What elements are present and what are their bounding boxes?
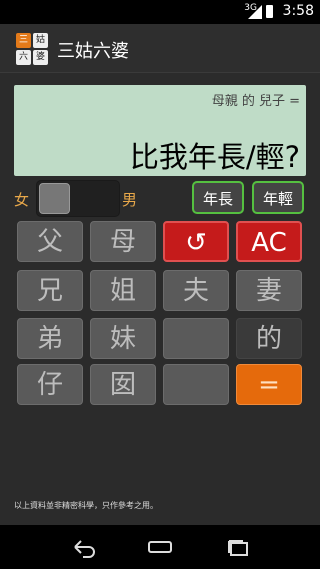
- logo-char: 六: [16, 50, 31, 65]
- younger-button[interactable]: 年輕: [252, 181, 304, 214]
- key-daughter[interactable]: 囡: [90, 364, 156, 405]
- older-button[interactable]: 年長: [192, 181, 244, 214]
- key-father[interactable]: 父: [17, 221, 83, 262]
- toggle-knob[interactable]: [39, 183, 70, 214]
- logo-char: 婆: [33, 50, 48, 65]
- navigation-bar: [0, 525, 320, 569]
- expression-text: 母親 的 兒子 =: [211, 94, 300, 109]
- equals-button[interactable]: =: [236, 364, 302, 405]
- result-display: 母親 的 兒子 = 比我年長/輕?: [14, 85, 306, 176]
- battery-icon: [266, 5, 273, 18]
- key-younger-sister[interactable]: 妹: [90, 318, 156, 359]
- back-icon[interactable]: [69, 533, 99, 561]
- key-blank[interactable]: [163, 364, 229, 405]
- result-text: 比我年長/輕?: [129, 140, 300, 174]
- key-younger-brother[interactable]: 弟: [17, 318, 83, 359]
- signal-icon: [248, 5, 262, 19]
- key-son[interactable]: 仔: [17, 364, 83, 405]
- key-elder-sister[interactable]: 姐: [90, 270, 156, 311]
- key-blank[interactable]: [163, 318, 229, 359]
- key-wife[interactable]: 妻: [236, 270, 302, 311]
- home-icon[interactable]: [145, 533, 175, 561]
- app-title: 三姑六婆: [57, 41, 129, 62]
- status-time: 3:58: [282, 3, 314, 19]
- key-of[interactable]: 的: [236, 318, 302, 359]
- logo-char: 姑: [33, 33, 48, 48]
- clear-button[interactable]: AC: [236, 221, 302, 262]
- disclaimer-text: 以上資料並非精密科學，只作參考之用。: [14, 501, 158, 510]
- status-bar: 3G 3:58: [0, 0, 320, 24]
- logo-char: 三: [16, 33, 31, 48]
- recent-apps-icon[interactable]: [223, 533, 253, 561]
- app-bar: 三 姑 六 婆 三姑六婆: [0, 24, 320, 73]
- male-label: 男: [122, 191, 138, 209]
- key-husband[interactable]: 夫: [163, 270, 229, 311]
- gender-toggle[interactable]: [36, 180, 120, 217]
- female-label: 女: [14, 191, 30, 209]
- app-logo: 三 姑 六 婆: [16, 33, 48, 65]
- key-mother[interactable]: 母: [90, 221, 156, 262]
- undo-icon[interactable]: ↺: [163, 221, 229, 262]
- key-elder-brother[interactable]: 兄: [17, 270, 83, 311]
